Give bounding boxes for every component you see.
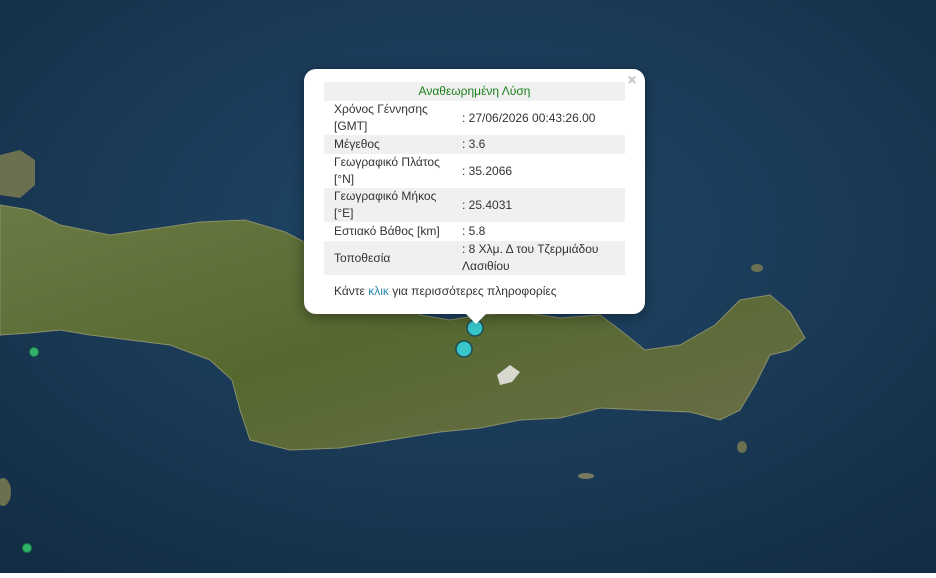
row-value: : 27/06/2026 00:43:26.00 <box>462 110 596 125</box>
islet-south <box>578 473 594 479</box>
islet-east <box>751 264 763 272</box>
row-value: : 8 Χλμ. Δ του Τζερμιάδου Λασιθίου <box>462 242 599 273</box>
table-row: Μέγεθος : 3.6 <box>324 135 625 154</box>
event-marker[interactable] <box>455 340 473 358</box>
event-marker[interactable] <box>29 347 39 357</box>
popup-tip <box>466 314 486 324</box>
row-label: Χρόνος Γέννησης [GMT] <box>334 102 428 133</box>
table-row: Χρόνος Γέννησης [GMT] : 27/06/2026 00:43… <box>324 101 625 135</box>
more-info-text: Κάντε κλικ για περισσότερες πληροφορίες <box>334 284 557 298</box>
more-info-link[interactable]: κλικ <box>368 284 389 298</box>
close-icon[interactable]: × <box>624 73 640 89</box>
row-value: : 3.6 <box>462 137 486 151</box>
table-row: Εστιακό Βάθος [km] : 5.8 <box>324 222 625 241</box>
row-value: : 5.8 <box>462 224 486 238</box>
table-row: Γεωγραφικό Πλάτος [°N] : 35.2066 <box>324 154 625 188</box>
event-info-table: Χρόνος Γέννησης [GMT] : 27/06/2026 00:43… <box>324 101 625 275</box>
row-value: : 35.2066 <box>462 163 513 178</box>
row-label: Γεωγραφικό Πλάτος [°N] <box>334 155 440 186</box>
row-label: Γεωγραφικό Μήκος [°E] <box>334 189 437 220</box>
islet-southeast <box>737 441 747 453</box>
popup-title: Αναθεωρημένη Λύση <box>324 82 625 101</box>
row-label: Τοποθεσία <box>334 250 391 265</box>
event-marker[interactable] <box>22 543 32 553</box>
event-popup: × Αναθεωρημένη Λύση Χρόνος Γέννησης [GMT… <box>304 69 645 324</box>
table-row: Τοποθεσία : 8 Χλμ. Δ του Τζερμιάδου Λασι… <box>324 241 625 275</box>
more-prefix: Κάντε <box>334 284 369 298</box>
more-suffix: για περισσότερες πληροφορίες <box>388 284 557 298</box>
table-row: Γεωγραφικό Μήκος [°E] : 25.4031 <box>324 188 625 222</box>
row-label: Μέγεθος <box>334 137 380 151</box>
row-label: Εστιακό Βάθος [km] <box>334 224 440 238</box>
row-value: : 25.4031 <box>462 197 513 212</box>
